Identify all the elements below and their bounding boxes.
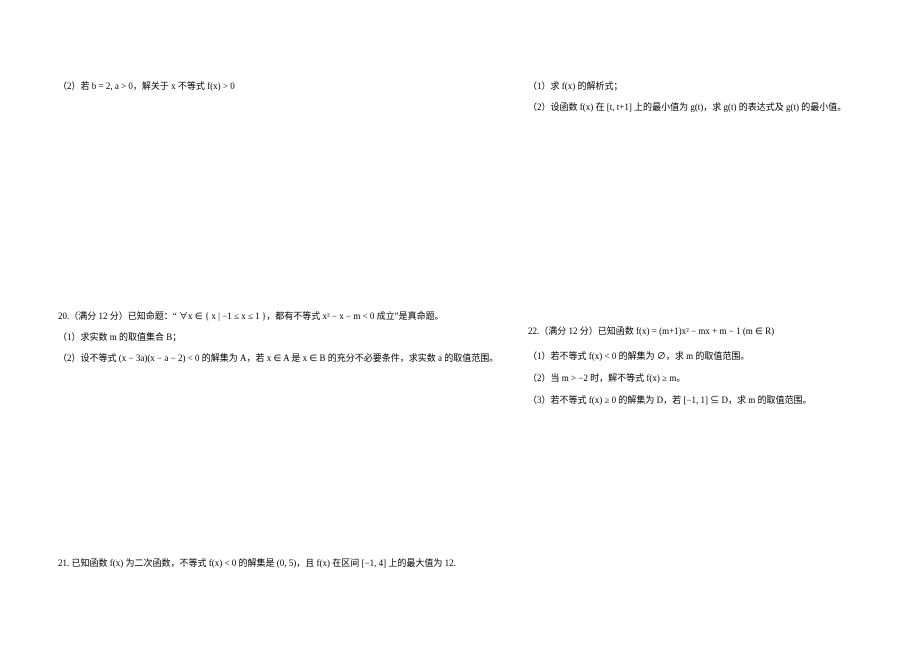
q21-part2: （2）设函数 f(x) 在 [t, t+1] 上的最小值为 g(t)，求 g(t… (528, 99, 920, 116)
q20-part2: （2）设不等式 (x − 3a)(x − a − 2) < 0 的解集为 A，若… (58, 350, 478, 367)
q22-part1: （1）若不等式 f(x) < 0 的解集为 ∅，求 m 的取值范围。 (528, 348, 920, 365)
q20-header: 20.（满分 12 分）已知命题：“ ∀x ∈ { x | −1 ≤ x ≤ 1… (58, 308, 478, 325)
q22-header: 22.（满分 12 分）已知函数 f(x) = (m+1)x² − mx + m… (528, 323, 920, 340)
q20-part1: （1）求实数 m 的取值集合 B； (58, 329, 478, 346)
q19-part2: （2）若 b = 2, a > 0，解关于 x 不等式 f(x) > 0 (58, 78, 478, 95)
q21-header: 21. 已知函数 f(x) 为二次函数，不等式 f(x) < 0 的解集是 (0… (58, 555, 478, 572)
q22-part2: （2）当 m > −2 时，解不等式 f(x) ≥ m。 (528, 370, 920, 387)
exam-page: （2）若 b = 2, a > 0，解关于 x 不等式 f(x) > 0 20.… (0, 0, 920, 650)
q21-part1: （1）求 f(x) 的解析式； (528, 78, 920, 95)
q22-part3: （3）若不等式 f(x) ≥ 0 的解集为 D，若 [−1, 1] ⊆ D，求 … (528, 392, 920, 409)
